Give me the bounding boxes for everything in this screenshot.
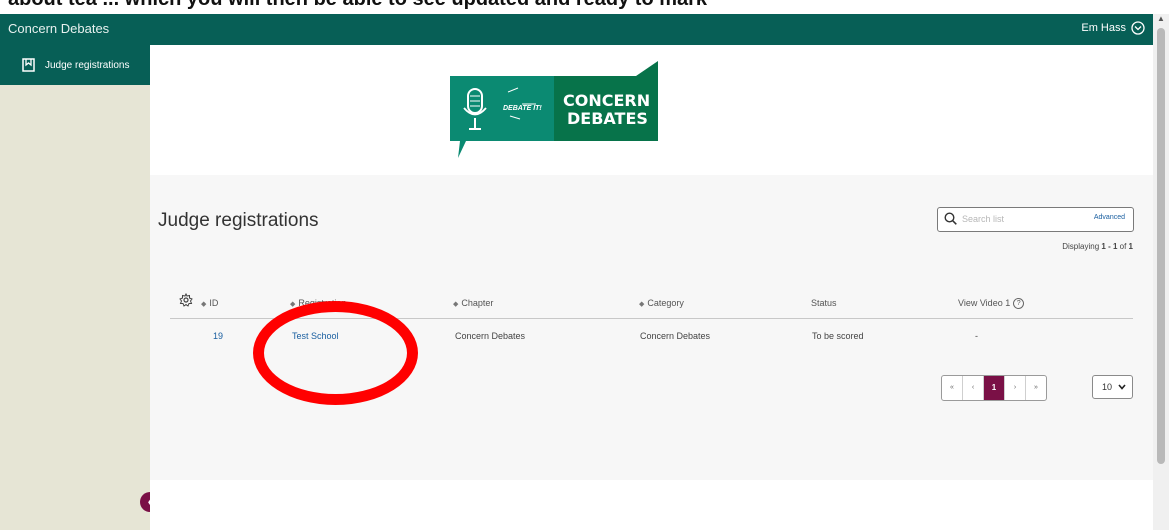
- sidebar-item-label: Judge registrations: [45, 59, 130, 71]
- column-header-id[interactable]: ◆ ID: [201, 298, 218, 308]
- sort-icon: ◆: [201, 301, 207, 308]
- sort-icon: ◆: [639, 301, 645, 308]
- chevron-down-icon: [1118, 384, 1126, 390]
- sidebar-item-judge-registrations[interactable]: Judge registrations: [0, 45, 150, 85]
- logo-line2: DEBATES: [567, 109, 648, 128]
- last-page-button[interactable]: »: [1026, 376, 1046, 400]
- prev-page-button[interactable]: ‹: [963, 376, 984, 400]
- app-title[interactable]: Concern Debates: [8, 21, 109, 36]
- row-id-link[interactable]: 19: [213, 331, 223, 341]
- banner-area: DEBATE IT! CONCERN DEBATES: [150, 45, 1153, 175]
- next-page-button[interactable]: ›: [1005, 376, 1026, 400]
- scroll-thumb[interactable]: [1157, 28, 1165, 464]
- scroll-up-icon[interactable]: ▲: [1157, 14, 1165, 23]
- gear-icon[interactable]: [179, 293, 193, 307]
- user-name: Em Hass: [1081, 22, 1126, 34]
- per-page-select[interactable]: 10: [1092, 375, 1133, 399]
- row-status: To be scored: [812, 331, 864, 341]
- column-header-status: Status: [811, 298, 837, 308]
- user-avatar-icon: [1131, 21, 1145, 35]
- column-label: View Video 1: [958, 298, 1011, 308]
- annotation-circle: [253, 301, 418, 405]
- result-count: Displaying 1 - 1 of 1: [1062, 242, 1133, 251]
- page-title: Judge registrations: [158, 210, 319, 231]
- per-page-value: 10: [1102, 382, 1113, 392]
- row-video: -: [975, 331, 978, 341]
- pagination: « ‹ 1 › »: [941, 375, 1047, 401]
- column-label: Status: [811, 298, 837, 308]
- column-header-category[interactable]: ◆ Category: [639, 298, 684, 308]
- footer-area: [150, 480, 1153, 530]
- displaying-prefix: Displaying: [1062, 242, 1100, 251]
- bookmark-icon: [22, 58, 35, 72]
- column-header-chapter[interactable]: ◆ Chapter: [453, 298, 493, 308]
- displaying-range: 1 - 1: [1101, 242, 1118, 251]
- overlay-text: about tea ... which you will then be abl…: [8, 0, 707, 11]
- column-label: ID: [209, 298, 219, 308]
- row-category: Concern Debates: [640, 331, 711, 341]
- advanced-search-link[interactable]: Advanced: [1094, 214, 1125, 221]
- search-icon: [944, 212, 957, 225]
- search-box[interactable]: Advanced: [937, 207, 1134, 232]
- user-menu[interactable]: Em Hass: [1081, 21, 1145, 35]
- logo-tagline: DEBATE IT!: [503, 105, 542, 112]
- vertical-scrollbar[interactable]: ▲: [1153, 14, 1169, 530]
- instruction-overlay: about tea ... which you will then be abl…: [0, 0, 1169, 14]
- help-icon[interactable]: ?: [1013, 298, 1025, 310]
- first-page-button[interactable]: «: [942, 376, 963, 400]
- concern-debates-logo: DEBATE IT! CONCERN DEBATES: [450, 61, 658, 158]
- sidebar: Judge registrations ‹: [0, 45, 160, 530]
- column-label: Chapter: [461, 298, 494, 308]
- displaying-of: of: [1119, 242, 1127, 251]
- sort-icon: ◆: [453, 301, 459, 308]
- top-bar: Concern Debates Em Hass: [0, 14, 1153, 45]
- displaying-total: 1: [1128, 242, 1133, 251]
- page-1-button[interactable]: 1: [984, 376, 1005, 400]
- row-chapter: Concern Debates: [455, 331, 526, 341]
- column-label: Category: [647, 298, 684, 308]
- logo-line1: CONCERN: [563, 91, 650, 110]
- column-header-view-video: View Video 1?: [958, 298, 1025, 310]
- search-input[interactable]: [962, 211, 1072, 227]
